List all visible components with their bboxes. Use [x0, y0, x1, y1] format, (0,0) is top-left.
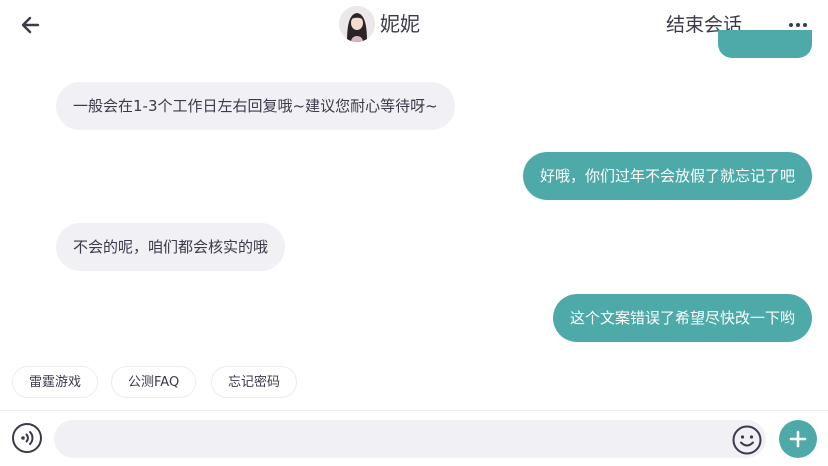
- voice-button[interactable]: [11, 422, 43, 454]
- back-button[interactable]: [18, 12, 44, 38]
- message-input[interactable]: [54, 420, 766, 458]
- avatar[interactable]: [339, 6, 375, 42]
- message-bubble-partial: [718, 30, 812, 58]
- message-bubble-incoming: 不会的呢，咱们都会核实的哦: [56, 223, 286, 271]
- chat-header: 妮妮 结束会话: [0, 0, 828, 58]
- plus-icon: [789, 430, 807, 448]
- quick-reply-chip[interactable]: 雷霆游戏: [12, 366, 99, 398]
- voice-icon: [12, 423, 42, 453]
- quick-reply-chip[interactable]: 忘记密码: [211, 366, 298, 398]
- message-bubble-outgoing: 好哦，你们过年不会放假了就忘记了吧: [522, 152, 812, 200]
- chat-screen: 妮妮 结束会话 一般会在1-3个工作日左右回复哦~建议您耐心等待呀~ 好哦，你们…: [0, 0, 828, 466]
- emoji-icon: [732, 425, 762, 455]
- message-bubble-outgoing: 这个文案错误了希望尽快改一下哟: [552, 294, 812, 342]
- arrow-left-icon: [21, 16, 40, 34]
- page-title: 妮妮: [380, 12, 420, 36]
- emoji-button[interactable]: [731, 424, 763, 456]
- quick-reply-chip[interactable]: 公测FAQ: [111, 366, 197, 398]
- add-button[interactable]: [779, 420, 817, 458]
- avatar-image: [339, 6, 375, 42]
- input-bar: [0, 410, 828, 466]
- message-bubble-incoming: 一般会在1-3个工作日左右回复哦~建议您耐心等待呀~: [56, 82, 455, 130]
